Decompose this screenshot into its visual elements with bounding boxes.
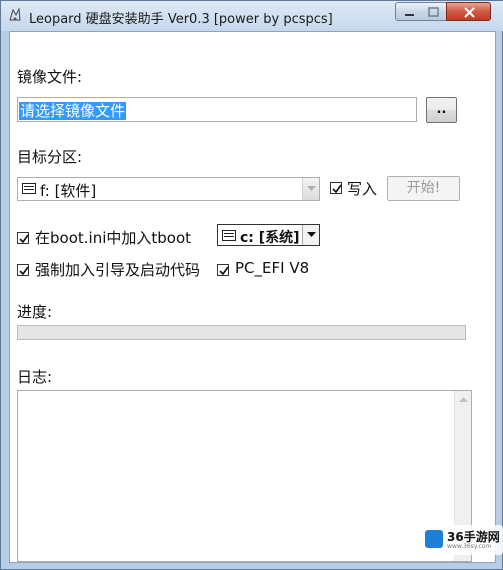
log-textarea[interactable]: [17, 390, 472, 562]
write-checkbox[interactable]: [330, 182, 342, 194]
app-window: Leopard 硬盘安装助手 Ver0.3 [power by pcspcs] …: [0, 0, 503, 570]
scroll-up-icon: [459, 397, 468, 402]
minimize-icon: [405, 14, 414, 16]
progress-bar: [17, 325, 466, 340]
chevron-down-icon: [307, 232, 316, 237]
pc-efi-label: PC_EFI V8: [235, 259, 310, 277]
force-boot-label: 强制加入引导及启动代码: [35, 261, 201, 279]
target-partition-select[interactable]: f: [软件]: [17, 177, 320, 201]
window-title: Leopard 硬盘安装助手 Ver0.3 [power by pcspcs]: [29, 12, 333, 27]
boot-drive-value: c: [系统]: [240, 230, 300, 246]
drive-icon: [22, 183, 36, 194]
image-file-value: 请选择镜像文件: [19, 102, 127, 120]
minimize-button[interactable]: [395, 2, 422, 21]
maximize-icon: [428, 7, 439, 17]
checkmark-icon: [332, 184, 342, 194]
target-partition-label: 目标分区:: [17, 148, 83, 166]
browse-button[interactable]: ..: [426, 97, 457, 123]
app-icon: [9, 7, 21, 21]
watermark-icon: [425, 530, 443, 548]
force-boot-checkbox[interactable]: [17, 264, 29, 276]
checkmark-icon: [219, 266, 229, 276]
maximize-button[interactable]: [421, 2, 447, 21]
drive-icon: [222, 230, 236, 241]
close-button[interactable]: [446, 2, 491, 21]
boot-ini-label: 在boot.ini中加入tboot: [35, 229, 192, 247]
image-file-label: 镜像文件:: [17, 68, 83, 86]
close-icon: [464, 7, 475, 18]
checkmark-icon: [19, 234, 29, 244]
boot-ini-checkbox[interactable]: [17, 232, 29, 244]
image-file-input[interactable]: 请选择镜像文件: [17, 97, 417, 122]
chevron-down-icon: [307, 186, 316, 191]
title-bar[interactable]: Leopard 硬盘安装助手 Ver0.3 [power by pcspcs]: [1, 1, 503, 31]
checkmark-icon: [19, 266, 29, 276]
write-label: 写入: [347, 180, 378, 198]
watermark-subtext: www.36sy.com: [447, 543, 492, 550]
progress-label: 进度:: [17, 303, 53, 321]
pc-efi-checkbox[interactable]: [217, 264, 229, 276]
client-area: 镜像文件: 请选择镜像文件 .. 目标分区: f: [软件] 写入 开始! 在b…: [9, 31, 496, 563]
log-label: 日志:: [17, 368, 53, 386]
watermark-logo: 36手游网 www.36sy.com: [421, 525, 503, 555]
target-partition-value: f: [软件]: [40, 182, 97, 200]
target-partition-dropdown[interactable]: [302, 178, 319, 200]
boot-drive-select[interactable]: c: [系统]: [217, 224, 320, 246]
start-button[interactable]: 开始!: [387, 176, 460, 201]
boot-drive-dropdown[interactable]: [302, 225, 319, 245]
